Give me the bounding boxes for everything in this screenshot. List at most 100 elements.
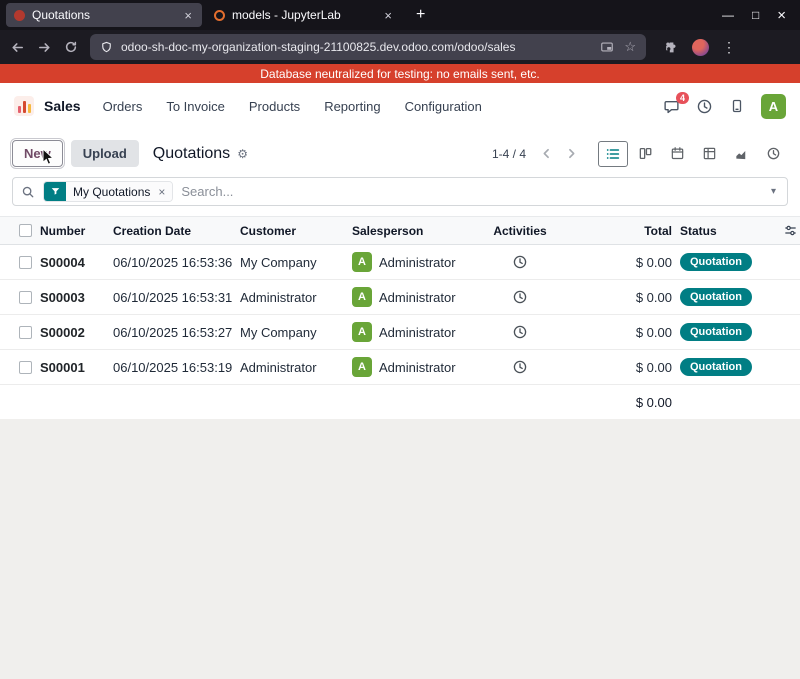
- header-salesperson[interactable]: Salesperson: [352, 224, 480, 238]
- cell-customer: Administrator: [240, 290, 352, 305]
- messages-icon[interactable]: 4: [663, 98, 680, 115]
- view-gear-icon[interactable]: ⚙: [237, 147, 248, 161]
- header-activities[interactable]: Activities: [480, 224, 560, 238]
- browser-menu-icon[interactable]: ⋮: [722, 39, 736, 56]
- menu-products[interactable]: Products: [249, 99, 300, 114]
- cell-customer: My Company: [240, 325, 352, 340]
- search-input[interactable]: [181, 184, 760, 199]
- maximize-button[interactable]: □: [752, 8, 759, 22]
- header-customer[interactable]: Customer: [240, 224, 352, 238]
- close-window-button[interactable]: ×: [777, 7, 786, 24]
- reload-icon[interactable]: [64, 40, 78, 54]
- status-badge: Quotation: [680, 323, 752, 341]
- row-checkbox[interactable]: [19, 326, 32, 339]
- salesperson-name: Administrator: [379, 360, 456, 375]
- search-bar[interactable]: My Quotations × ▾: [12, 177, 788, 206]
- browser-toolbar: odoo-sh-doc-my-organization-staging-2110…: [0, 30, 800, 64]
- view-calendar-button[interactable]: [662, 141, 692, 167]
- view-switcher: [598, 141, 788, 167]
- cell-status: Quotation: [672, 253, 780, 271]
- activity-clock-icon[interactable]: [480, 254, 560, 270]
- activity-clock-icon[interactable]: [480, 289, 560, 305]
- minimize-button[interactable]: —: [722, 8, 734, 22]
- cell-total: $ 0.00: [560, 360, 672, 375]
- close-tab-icon[interactable]: ×: [382, 8, 394, 23]
- view-list-button[interactable]: [598, 141, 628, 167]
- toolbar-right: ⋮: [664, 39, 736, 56]
- search-dropdown-caret-icon[interactable]: ▾: [768, 186, 779, 197]
- table-row[interactable]: S00002 06/10/2025 16:53:27 My Company A …: [0, 315, 800, 350]
- browser-tab-jupyterlab[interactable]: models - JupyterLab ×: [206, 3, 402, 27]
- close-tab-icon[interactable]: ×: [182, 8, 194, 23]
- pager-next-icon[interactable]: [559, 146, 584, 161]
- cell-salesperson: A Administrator: [352, 322, 480, 342]
- bookmark-star-icon[interactable]: ☆: [624, 39, 636, 55]
- tab-title: Quotations: [32, 8, 175, 22]
- window-controls: — □ ×: [722, 7, 794, 24]
- table-row[interactable]: S00004 06/10/2025 16:53:36 My Company A …: [0, 245, 800, 280]
- app-name[interactable]: Sales: [44, 98, 81, 114]
- cell-total: $ 0.00: [560, 290, 672, 305]
- search-wrap: My Quotations × ▾: [0, 174, 800, 216]
- cell-salesperson: A Administrator: [352, 287, 480, 307]
- status-badge: Quotation: [680, 358, 752, 376]
- extensions-puzzle-icon[interactable]: [664, 40, 679, 55]
- url-bar[interactable]: odoo-sh-doc-my-organization-staging-2110…: [90, 34, 646, 60]
- menu-configuration[interactable]: Configuration: [405, 99, 482, 114]
- control-panel: New Upload Quotations ⚙ 1-4 / 4: [0, 129, 800, 174]
- view-graph-button[interactable]: [726, 141, 756, 167]
- pager-previous-icon[interactable]: [534, 146, 559, 161]
- menu-to-invoice[interactable]: To Invoice: [166, 99, 225, 114]
- header-creation-date[interactable]: Creation Date: [113, 224, 240, 238]
- cell-total: $ 0.00: [560, 255, 672, 270]
- view-pivot-button[interactable]: [694, 141, 724, 167]
- search-facet-my-quotations[interactable]: My Quotations ×: [43, 181, 173, 202]
- search-icon: [21, 185, 35, 199]
- cell-number: S00004: [40, 255, 113, 270]
- row-checkbox[interactable]: [19, 291, 32, 304]
- activities-clock-icon[interactable]: [696, 98, 713, 115]
- upload-button[interactable]: Upload: [71, 140, 139, 167]
- header-total[interactable]: Total: [560, 224, 672, 238]
- table-row[interactable]: S00001 06/10/2025 16:53:19 Administrator…: [0, 350, 800, 385]
- app-body: New Upload Quotations ⚙ 1-4 / 4: [0, 129, 800, 419]
- cell-customer: Administrator: [240, 360, 352, 375]
- view-activity-button[interactable]: [758, 141, 788, 167]
- screen: Quotations × models - JupyterLab × + — □…: [0, 0, 800, 679]
- odoo-favicon-icon: [14, 10, 25, 21]
- view-kanban-button[interactable]: [630, 141, 660, 167]
- forward-icon[interactable]: [37, 40, 52, 55]
- browser-tab-quotations[interactable]: Quotations ×: [6, 3, 202, 27]
- table-row[interactable]: S00003 06/10/2025 16:53:31 Administrator…: [0, 280, 800, 315]
- activity-clock-icon[interactable]: [480, 359, 560, 375]
- facet-remove-icon[interactable]: ×: [157, 182, 172, 201]
- mobile-icon[interactable]: [729, 98, 745, 114]
- new-tab-button[interactable]: +: [406, 6, 435, 24]
- salesperson-avatar: A: [352, 322, 372, 342]
- select-all-checkbox[interactable]: [19, 224, 32, 237]
- profile-avatar[interactable]: [692, 39, 709, 56]
- row-checkbox[interactable]: [19, 256, 32, 269]
- new-button[interactable]: New: [12, 140, 63, 167]
- cell-total: $ 0.00: [560, 325, 672, 340]
- cell-number: S00001: [40, 360, 113, 375]
- pip-icon[interactable]: [600, 40, 614, 54]
- activity-clock-icon[interactable]: [480, 324, 560, 340]
- salesperson-avatar: A: [352, 357, 372, 377]
- salesperson-avatar: A: [352, 252, 372, 272]
- optional-columns-icon[interactable]: [780, 223, 800, 238]
- menu-reporting[interactable]: Reporting: [324, 99, 380, 114]
- salesperson-name: Administrator: [379, 290, 456, 305]
- row-checkbox[interactable]: [19, 361, 32, 374]
- menu-orders[interactable]: Orders: [103, 99, 143, 114]
- shield-icon[interactable]: [100, 41, 113, 54]
- sales-app-icon[interactable]: [14, 96, 34, 116]
- footer-total: $ 0.00: [560, 395, 672, 410]
- pager-counter: 1-4 / 4: [492, 147, 526, 161]
- header-number[interactable]: Number: [40, 224, 113, 238]
- page-title: Quotations: [153, 145, 230, 163]
- cell-status: Quotation: [672, 288, 780, 306]
- back-icon[interactable]: [10, 40, 25, 55]
- header-status[interactable]: Status: [672, 224, 780, 238]
- user-avatar[interactable]: A: [761, 94, 786, 119]
